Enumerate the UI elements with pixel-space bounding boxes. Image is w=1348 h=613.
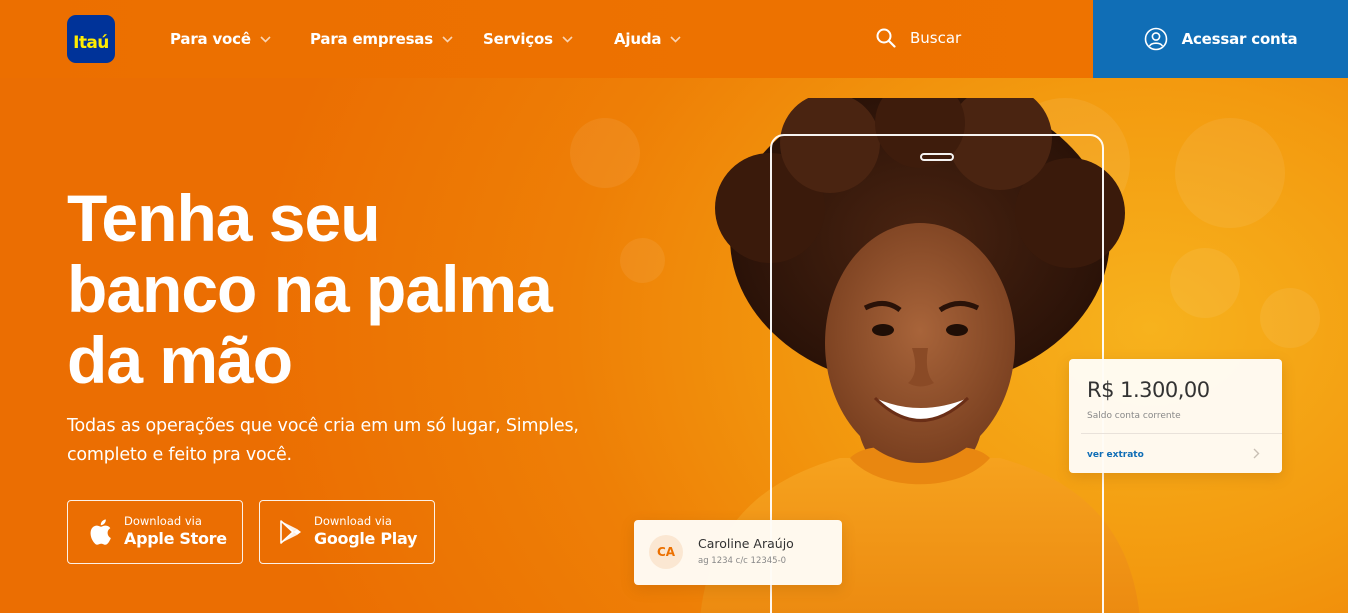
balance-caption: Saldo conta corrente xyxy=(1087,411,1181,421)
google-play-button[interactable]: Download via Google Play xyxy=(259,500,435,564)
google-play-small: Download via xyxy=(314,514,392,528)
chevron-down-icon xyxy=(562,35,573,43)
chevron-right-icon xyxy=(1253,448,1260,459)
chevron-down-icon xyxy=(442,35,453,43)
nav-servicos-label: Serviços xyxy=(483,30,553,48)
account-card: CA Caroline Araújo ag 1234 c/c 12345-0 xyxy=(634,520,842,585)
nav-para-empresas[interactable]: Para empresas xyxy=(310,28,453,50)
access-account-label: Acessar conta xyxy=(1181,30,1298,48)
chevron-down-icon xyxy=(670,35,681,43)
apple-store-button[interactable]: Download via Apple Store xyxy=(67,500,243,564)
divider xyxy=(1081,433,1282,434)
chevron-down-icon xyxy=(260,35,271,43)
account-details: ag 1234 c/c 12345-0 xyxy=(698,556,787,566)
nav-para-empresas-label: Para empresas xyxy=(310,30,433,48)
phone-notch xyxy=(920,153,954,161)
hero-headline: Tenha seu banco na palma da mão xyxy=(67,183,627,396)
headline-line: da mão xyxy=(67,323,293,397)
nav-ajuda-label: Ajuda xyxy=(614,30,662,48)
bokeh-decoration xyxy=(1175,118,1285,228)
hero-banner: Tenha seu banco na palma da mão Todas as… xyxy=(0,78,1348,613)
logo-text: Itaú xyxy=(73,32,109,53)
balance-amount: R$ 1.300,00 xyxy=(1087,378,1210,402)
nav-ajuda[interactable]: Ajuda xyxy=(614,28,681,50)
search-icon xyxy=(876,28,896,48)
avatar: CA xyxy=(649,535,683,569)
headline-line: Tenha seu xyxy=(67,181,381,255)
bokeh-decoration xyxy=(1260,288,1320,348)
itau-logo[interactable]: Itaú xyxy=(67,15,115,63)
apple-store-big: Apple Store xyxy=(124,529,227,548)
view-statement-link[interactable]: ver extrato xyxy=(1087,450,1144,460)
nav-servicos[interactable]: Serviços xyxy=(483,28,573,50)
apple-store-text: Download via Apple Store xyxy=(124,515,227,549)
subtext-line: completo e feito pra você. xyxy=(67,445,292,465)
headline-line: banco na palma xyxy=(67,252,553,326)
account-holder-name: Caroline Araújo xyxy=(698,536,794,551)
apple-icon xyxy=(90,519,111,545)
site-header: Itaú Para você Para empresas Serviços Aj… xyxy=(0,0,1348,78)
subtext-line: Todas as operações que você cria em um s… xyxy=(67,416,579,436)
access-account-button[interactable]: Acessar conta xyxy=(1093,0,1348,78)
bokeh-decoration xyxy=(570,118,640,188)
nav-para-voce[interactable]: Para você xyxy=(170,28,271,50)
search-button[interactable]: Buscar xyxy=(876,26,961,50)
search-label: Buscar xyxy=(910,29,962,47)
hero-subtext: Todas as operações que você cria em um s… xyxy=(67,412,607,470)
google-play-icon xyxy=(280,520,301,544)
balance-card: R$ 1.300,00 Saldo conta corrente ver ext… xyxy=(1069,359,1282,473)
bokeh-decoration xyxy=(1170,248,1240,318)
google-play-text: Download via Google Play xyxy=(314,515,417,549)
nav-para-voce-label: Para você xyxy=(170,30,251,48)
google-play-big: Google Play xyxy=(314,529,418,548)
apple-store-small: Download via xyxy=(124,514,202,528)
user-circle-icon xyxy=(1144,27,1167,51)
